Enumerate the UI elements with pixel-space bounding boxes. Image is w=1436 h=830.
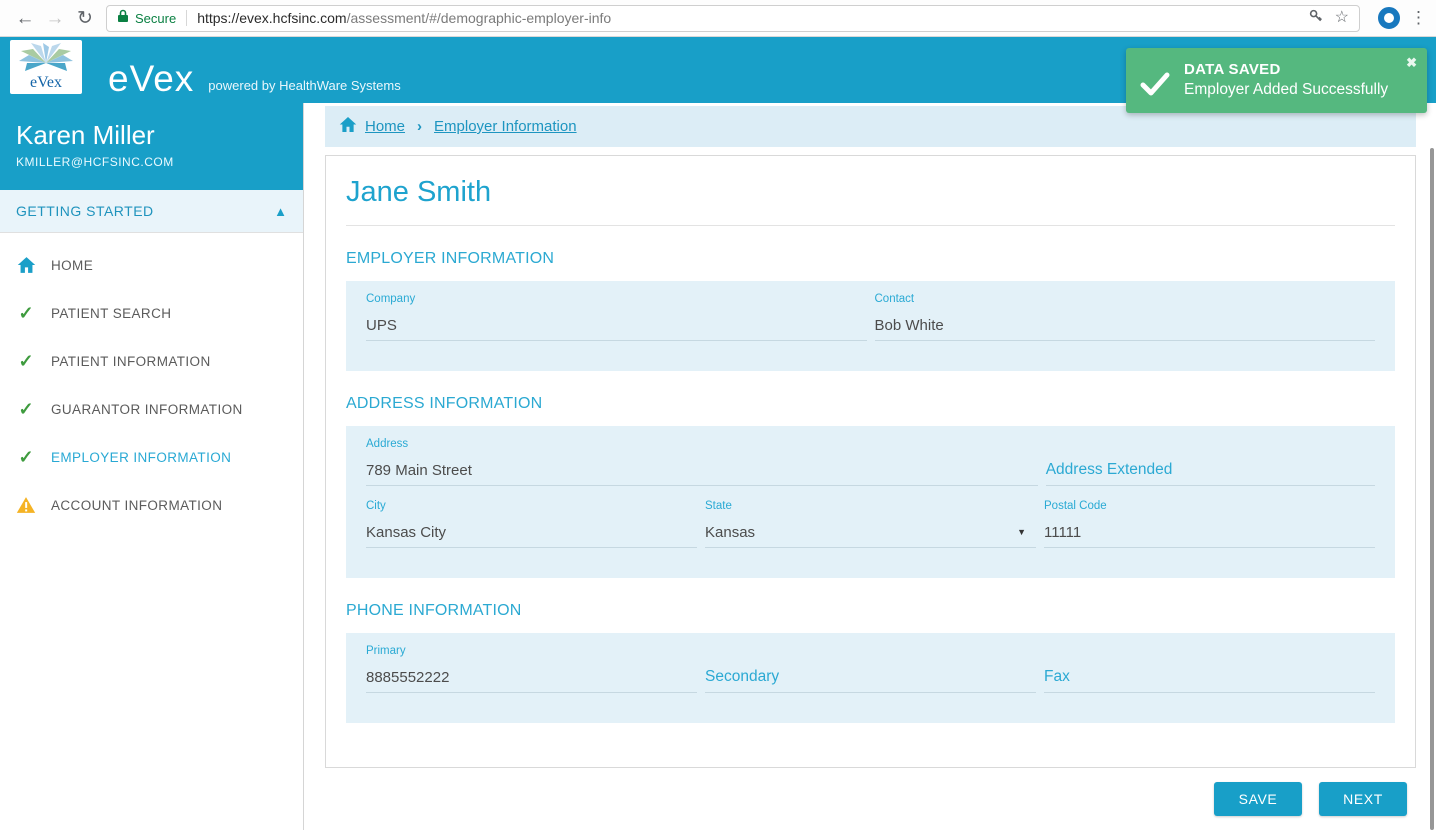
refresh-icon[interactable]: ↻	[70, 9, 100, 28]
save-button[interactable]: SAVE	[1214, 782, 1302, 816]
address-panel: Address 789 Main Street Address Extended…	[346, 426, 1395, 578]
toast-check-icon	[1140, 72, 1170, 101]
sidebar-item-guarantor-information[interactable]: ✓ GUARANTOR INFORMATION	[0, 385, 303, 433]
contact-field[interactable]: Contact Bob White	[875, 293, 1376, 341]
user-name: Karen Miller	[16, 120, 287, 151]
breadcrumb-home-link[interactable]: Home	[365, 118, 405, 135]
section-title-address: ADDRESS INFORMATION	[346, 395, 1395, 413]
security-label: Secure	[135, 11, 176, 26]
profile-avatar[interactable]	[1378, 7, 1400, 29]
app-name: eVex	[108, 60, 194, 97]
check-icon: ✓	[16, 303, 36, 323]
sidebar-item-account-information[interactable]: ACCOUNT INFORMATION	[0, 481, 303, 529]
user-email: KMILLER@HCFSINC.COM	[16, 155, 287, 169]
section-title-phone: PHONE INFORMATION	[346, 602, 1395, 620]
next-button[interactable]: NEXT	[1319, 782, 1407, 816]
logo-wordmark: eVex	[10, 74, 82, 92]
sidebar-item-patient-search[interactable]: ✓ PATIENT SEARCH	[0, 289, 303, 337]
forward-icon[interactable]: →	[40, 9, 70, 28]
primary-phone-field[interactable]: Primary 8885552222	[366, 645, 697, 693]
omnibox-divider	[186, 10, 187, 26]
check-icon: ✓	[16, 399, 36, 419]
app-tagline: powered by HealthWare Systems	[208, 78, 400, 93]
form-actions: SAVE NEXT	[325, 782, 1416, 816]
secondary-phone-field[interactable]: Secondary	[705, 645, 1036, 693]
city-field[interactable]: City Kansas City	[366, 500, 697, 548]
form-card: Jane Smith EMPLOYER INFORMATION Company …	[325, 155, 1416, 768]
bookmark-star-icon[interactable]: ☆	[1335, 10, 1349, 26]
toast-message: Employer Added Successfully	[1184, 81, 1413, 99]
chevron-up-icon: ▲	[274, 204, 287, 219]
postal-code-field[interactable]: Postal Code 11111	[1044, 500, 1375, 548]
sidebar-item-patient-information[interactable]: ✓ PATIENT INFORMATION	[0, 337, 303, 385]
browser-toolbar: ← → ↻ Secure https://evex.hcfsinc.com/as…	[0, 0, 1436, 37]
check-icon: ✓	[16, 351, 36, 371]
toast-notification: DATA SAVED Employer Added Successfully ✖	[1126, 48, 1427, 113]
content-area: Home › Employer Information Jane Smith E…	[304, 103, 1436, 830]
sidebar-section-label: GETTING STARTED	[16, 203, 154, 219]
chevron-right-icon: ›	[417, 118, 422, 135]
page-title: Jane Smith	[346, 172, 1395, 226]
sidebar-item-employer-information[interactable]: ✓ EMPLOYER INFORMATION	[0, 433, 303, 481]
sidebar-section-getting-started[interactable]: GETTING STARTED ▲	[0, 190, 303, 233]
sidebar-item-home[interactable]: HOME	[0, 241, 303, 289]
home-icon	[16, 255, 36, 275]
back-icon[interactable]: ←	[10, 9, 40, 28]
section-title-employer: EMPLOYER INFORMATION	[346, 250, 1395, 268]
toast-title: DATA SAVED	[1184, 61, 1413, 78]
address-extended-field[interactable]: Address Extended	[1046, 438, 1375, 486]
warning-icon	[16, 495, 36, 515]
lock-icon	[117, 9, 129, 28]
logo-starburst-icon	[19, 41, 73, 77]
password-key-icon[interactable]	[1308, 8, 1323, 28]
check-icon: ✓	[16, 447, 36, 467]
breadcrumb-current-link[interactable]: Employer Information	[434, 118, 577, 135]
browser-menu-icon[interactable]: ⋮	[1410, 8, 1426, 28]
sidebar-nav: HOME ✓ PATIENT SEARCH ✓ PATIENT INFORMAT…	[0, 233, 303, 529]
url-text[interactable]: https://evex.hcfsinc.com/assessment/#/de…	[197, 10, 1299, 26]
scrollbar-thumb[interactable]	[1430, 148, 1434, 830]
employer-panel: Company UPS Contact Bob White	[346, 281, 1395, 371]
state-select[interactable]: State Kansas ▼	[705, 500, 1036, 548]
toast-close-icon[interactable]: ✖	[1406, 55, 1417, 71]
breadcrumb-home-icon[interactable]	[339, 116, 357, 138]
fax-field[interactable]: Fax	[1044, 645, 1375, 693]
user-block: Karen Miller KMILLER@HCFSINC.COM	[0, 103, 303, 190]
address-field[interactable]: Address 789 Main Street	[366, 438, 1038, 486]
sidebar: Karen Miller KMILLER@HCFSINC.COM GETTING…	[0, 103, 304, 830]
dropdown-arrow-icon[interactable]: ▼	[1017, 523, 1036, 541]
company-field[interactable]: Company UPS	[366, 293, 867, 341]
evex-logo: eVex	[10, 40, 82, 94]
address-bar[interactable]: Secure https://evex.hcfsinc.com/assessme…	[106, 5, 1360, 32]
phone-panel: Primary 8885552222 Secondary Fax	[346, 633, 1395, 723]
